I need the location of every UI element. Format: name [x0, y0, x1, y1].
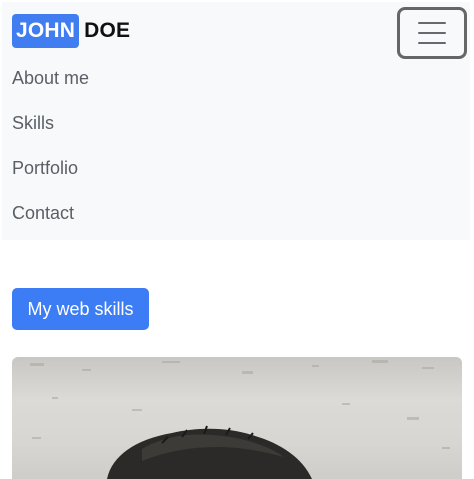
- nav-link-portfolio[interactable]: Portfolio: [12, 146, 89, 191]
- portrait-photo: [12, 357, 462, 479]
- navbar-toggle-button[interactable]: [397, 7, 467, 59]
- nav-item-skills: Skills: [12, 101, 89, 146]
- portrait-image: [30, 360, 450, 479]
- nav-link-skills[interactable]: Skills: [12, 101, 89, 146]
- brand-last-name: DOE: [84, 19, 131, 42]
- web-skills-button[interactable]: My web skills: [12, 288, 149, 330]
- hamburger-menu-icon: [418, 22, 446, 44]
- nav-item-about: About me: [12, 56, 89, 101]
- nav-item-contact: Contact: [12, 191, 89, 236]
- nav-menu: About me Skills Portfolio Contact: [12, 56, 89, 236]
- nav-link-about[interactable]: About me: [12, 56, 89, 101]
- brand-logo[interactable]: JOHN DOE: [12, 13, 130, 49]
- navbar: JOHN DOE About me Skills Portfolio Conta…: [2, 2, 470, 240]
- nav-link-contact[interactable]: Contact: [12, 191, 89, 236]
- brand-first-name: JOHN: [12, 14, 80, 48]
- nav-item-portfolio: Portfolio: [12, 146, 89, 191]
